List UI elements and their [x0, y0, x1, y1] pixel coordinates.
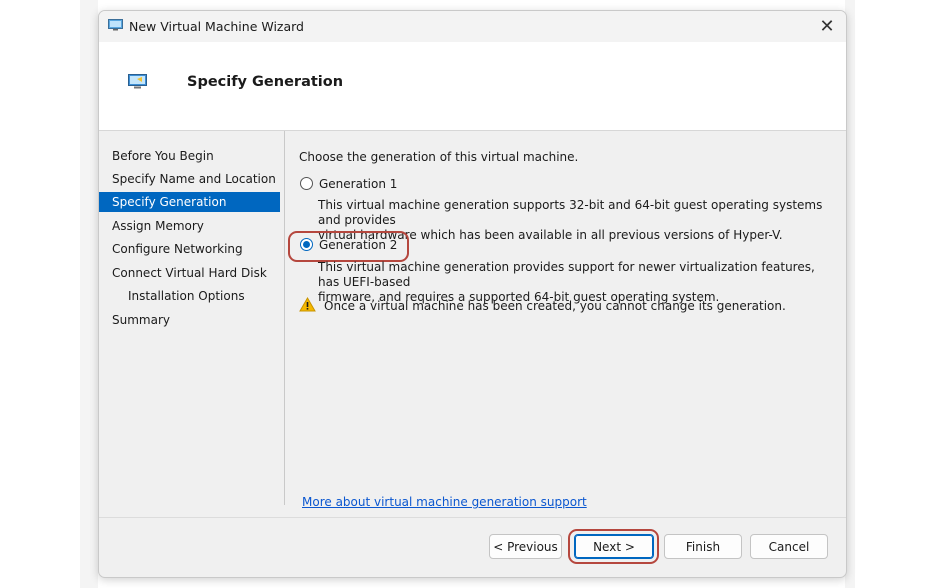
wizard-header: Specify Generation: [99, 42, 846, 131]
generation-1-radio[interactable]: [300, 177, 313, 190]
wizard-window: New Virtual Machine Wizard ✕ Specify Gen…: [98, 10, 847, 578]
nav-item-assign-memory[interactable]: Assign Memory: [99, 216, 280, 236]
content-pane: Choose the generation of this virtual ma…: [285, 131, 846, 509]
background-shade-left: [80, 0, 98, 588]
cancel-button[interactable]: Cancel: [750, 534, 828, 559]
next-button[interactable]: Next >: [574, 534, 654, 559]
warning-text: Once a virtual machine has been created,…: [324, 299, 786, 313]
wizard-steps-nav: Before You Begin Specify Name and Locati…: [99, 131, 280, 507]
generation-1-label[interactable]: Generation 1: [319, 177, 397, 191]
close-icon: ✕: [819, 16, 835, 37]
close-button[interactable]: ✕: [808, 11, 846, 42]
nav-item-configure-networking[interactable]: Configure Networking: [99, 239, 280, 259]
generation-2-label[interactable]: Generation 2: [319, 238, 397, 252]
nav-item-summary[interactable]: Summary: [99, 310, 280, 330]
generation-2-description-line-1: This virtual machine generation provides…: [318, 260, 815, 289]
generation-2-radio[interactable]: [300, 238, 313, 251]
footer-divider: [99, 517, 846, 518]
vm-monitor-icon: [128, 74, 147, 89]
warning-triangle-icon: [299, 297, 316, 312]
previous-button[interactable]: < Previous: [489, 534, 562, 559]
vm-monitor-icon: [108, 19, 123, 31]
help-link[interactable]: More about virtual machine generation su…: [302, 495, 587, 509]
finish-button[interactable]: Finish: [664, 534, 742, 559]
nav-item-installation-options[interactable]: Installation Options: [99, 286, 280, 306]
nav-item-specify-name-location[interactable]: Specify Name and Location: [99, 169, 280, 189]
page-title: Specify Generation: [187, 74, 344, 90]
prompt-text: Choose the generation of this virtual ma…: [299, 150, 579, 164]
nav-item-before-you-begin[interactable]: Before You Begin: [99, 146, 280, 166]
nav-item-specify-generation[interactable]: Specify Generation: [99, 192, 280, 212]
title-bar[interactable]: New Virtual Machine Wizard ✕: [99, 11, 846, 42]
generation-1-description-line-1: This virtual machine generation supports…: [318, 198, 823, 227]
window-title: New Virtual Machine Wizard: [129, 19, 304, 34]
nav-item-connect-virtual-hard-disk[interactable]: Connect Virtual Hard Disk: [99, 263, 280, 283]
